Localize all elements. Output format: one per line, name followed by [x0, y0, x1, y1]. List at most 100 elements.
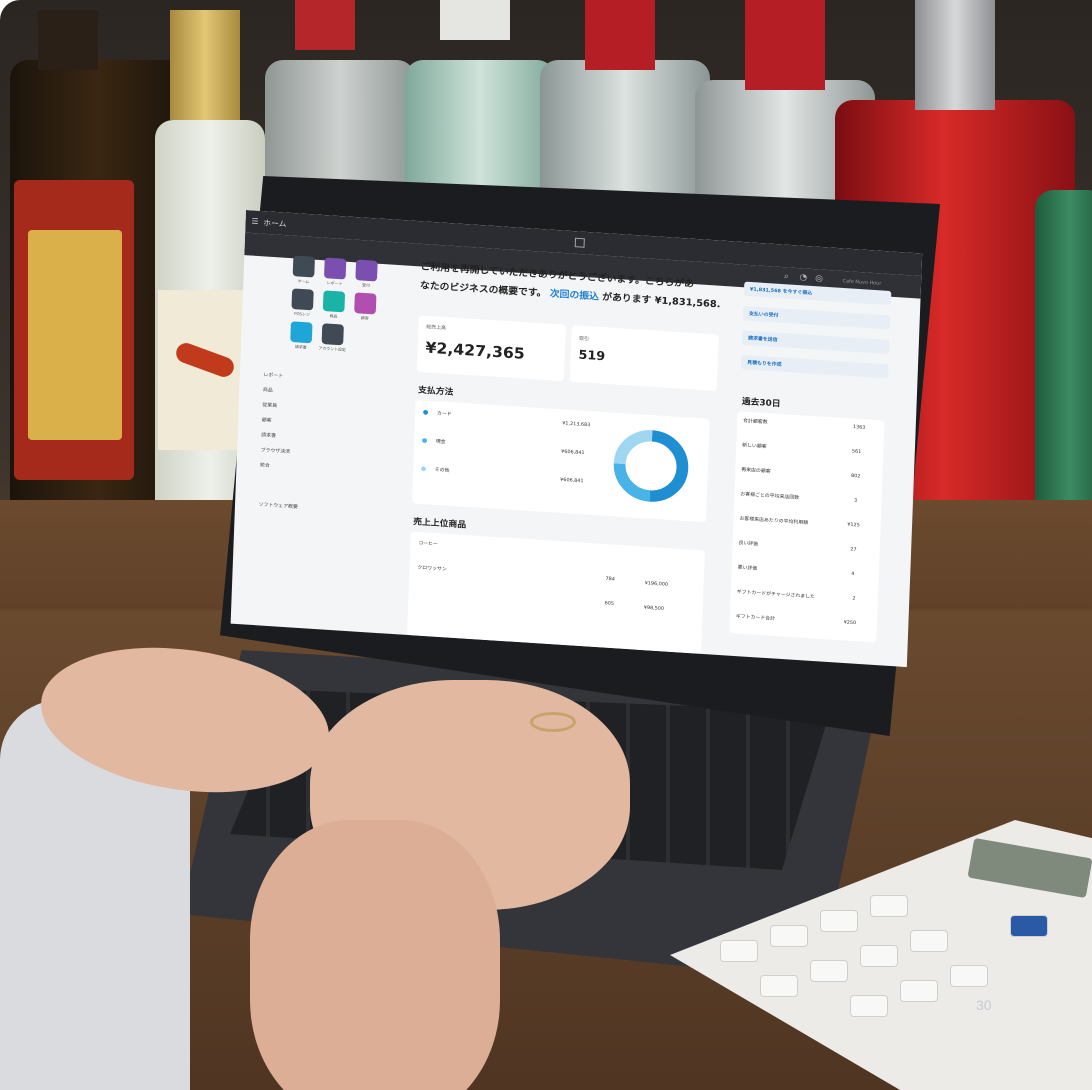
transactions-value: 519	[578, 348, 606, 365]
welcome-suffix: があります ¥1,831,568.	[602, 292, 721, 311]
stat-total-customers-label: 合計顧客数	[742, 418, 768, 426]
sidebar-nav-customers[interactable]: 顧客	[262, 416, 272, 423]
sidebar-nav-software-overview[interactable]: ソフトウェア概要	[258, 501, 297, 510]
top-item-3-qty: 605	[604, 600, 615, 607]
transactions-label: 取引	[579, 336, 590, 343]
sidebar-nav-reports[interactable]: レポート	[263, 371, 283, 379]
home-tile[interactable]	[292, 255, 315, 278]
gross-sales-card[interactable]: 総売上高 ¥2,427,365	[416, 315, 566, 382]
calculator-key	[900, 980, 938, 1002]
stat-avg-visits-value: 3	[853, 497, 858, 504]
next-transfer-link[interactable]: 次回の振込	[550, 289, 599, 302]
cash-method-amount: ¥606,841	[561, 448, 585, 457]
white-rum-cap	[440, 0, 510, 40]
forearm	[250, 820, 500, 1090]
gross-sales-label: 総売上高	[426, 324, 447, 332]
clear-bottle-3	[540, 60, 710, 200]
stat-new-customers-label: 新しい顧客	[742, 442, 767, 450]
stat-gift-cards-charged-value: 2	[852, 595, 856, 602]
reception-tile-label: 受付	[361, 282, 371, 288]
stat-gift-cards-charged-label: ギフトカードがチャージされました	[736, 589, 816, 600]
liqueur-label-inner	[28, 230, 122, 440]
other-method-name: その他	[434, 467, 450, 474]
items-tile-label: 商品	[329, 313, 338, 319]
top-items-card: コーヒー クロワッサン 784 ¥196,000 605 ¥98,500	[407, 531, 705, 654]
page-number: 30	[976, 997, 992, 1013]
sidebar-nav-integrations[interactable]: 統合	[260, 462, 270, 468]
calculator-key	[860, 945, 898, 967]
top-items-title: 売上上位商品	[412, 517, 467, 531]
clear-bottle-2	[405, 60, 555, 200]
reports-tile-label: レポート	[326, 280, 343, 286]
calculator-key	[760, 975, 798, 997]
calculator-key	[810, 960, 848, 982]
pos-tile[interactable]	[291, 288, 314, 311]
bottle-cap	[38, 10, 98, 70]
stat-bad-ratings-label: 悪い評価	[737, 564, 758, 572]
search-icon[interactable]: ⌕	[784, 272, 789, 282]
calculator-key	[870, 895, 908, 917]
pos-tile-label: POSレジ	[294, 311, 311, 317]
other-legend-dot	[420, 466, 427, 472]
cash-legend-dot	[422, 438, 428, 444]
top-item-3-amount: ¥98,500	[643, 604, 665, 612]
cash-method-name: 現金	[435, 438, 446, 446]
accept-payment-button[interactable]: 支払いの受付	[742, 306, 891, 330]
customers-tile[interactable]	[354, 292, 377, 315]
stat-total-customers-value: 1363	[852, 424, 866, 431]
customers-tile-label: 顧客	[360, 315, 369, 321]
reception-tile[interactable]	[355, 259, 378, 282]
silver-cap	[915, 0, 995, 110]
stat-returning-customers-value: 802	[850, 473, 861, 480]
stat-good-ratings-label: 良い評価	[738, 540, 759, 548]
logo-icon	[574, 237, 585, 248]
sidebar-nav-items[interactable]: 商品	[263, 386, 273, 393]
account-label[interactable]: Cafe Nuvo Hour	[842, 279, 881, 287]
reports-tile[interactable]	[324, 257, 347, 280]
payment-methods-card: カード ¥1,213,683 現金 ¥606,841 その他 ¥606,841	[411, 399, 710, 523]
sidebar-nav-staff[interactable]: 従業員	[262, 401, 277, 409]
gross-sales-value: ¥2,427,365	[425, 338, 526, 363]
other-method-amount: ¥606,841	[560, 477, 584, 485]
account-settings-tile-label: アカウント設定	[318, 345, 346, 353]
welcome-prefix: なたのビジネスの概要です。	[419, 280, 547, 300]
items-tile[interactable]	[322, 290, 346, 313]
gold-cap	[170, 10, 240, 120]
stat-returning-customers-label: 再来店の顧客	[741, 467, 771, 475]
menu-icon[interactable]: ☰	[251, 217, 258, 226]
calculator-key	[910, 930, 948, 952]
calculator-key	[720, 940, 758, 962]
last30-title: 過去30日	[741, 397, 781, 410]
stat-avg-spend-label: お客様来店あたりの平均利用額	[739, 515, 809, 526]
help-icon[interactable]: ◎	[815, 274, 823, 284]
invoices-tile[interactable]	[290, 321, 313, 344]
laptop-screen-dashboard: ☰ ホーム ⌕ ◔ ◎ Cafe Nuvo Hour ホーム レポート 受付 P…	[230, 210, 923, 668]
sidebar-nav-browser-payments[interactable]: ブラウザ決済	[261, 447, 291, 455]
send-invoice-button[interactable]: 請求書を送信	[741, 330, 890, 355]
bar-counter-scene: ☰ ホーム ⌕ ◔ ◎ Cafe Nuvo Hour ホーム レポート 受付 P…	[0, 0, 1092, 1090]
card-method-name: カード	[436, 410, 452, 418]
stat-gift-card-total-value: ¥250	[843, 619, 857, 627]
calculator-key	[770, 925, 808, 947]
transactions-card[interactable]: 取引 519	[569, 325, 719, 392]
calculator-key-blue	[1010, 915, 1048, 937]
last30-card: 合計顧客数 1363 新しい顧客 561 再来店の顧客 802 お客様ごとの平均…	[729, 411, 885, 643]
create-estimate-button[interactable]: 見積もりを作成	[741, 354, 889, 379]
red-cap-3	[745, 0, 825, 90]
stat-avg-visits-label: お客様ごとの平均来店回数	[740, 491, 800, 501]
invoices-tile-label: 請求書	[294, 344, 307, 350]
notification-icon[interactable]: ◔	[799, 273, 807, 283]
red-cap-2	[585, 0, 655, 70]
top-item-2-amount: ¥196,000	[644, 580, 669, 588]
top-item-1-name: コーヒー	[418, 540, 438, 548]
calculator-key	[850, 995, 888, 1017]
top-item-2-qty: 784	[605, 576, 616, 583]
calculator-key	[820, 910, 858, 932]
account-settings-tile[interactable]	[321, 323, 344, 346]
top-item-2-name: クロワッサン	[417, 564, 447, 573]
home-menu-label[interactable]: ホーム	[263, 218, 287, 230]
sidebar-nav-invoices[interactable]: 請求書	[261, 431, 276, 439]
stat-good-ratings-value: 27	[850, 546, 857, 553]
card-legend-dot	[423, 409, 429, 415]
ring	[530, 712, 576, 732]
